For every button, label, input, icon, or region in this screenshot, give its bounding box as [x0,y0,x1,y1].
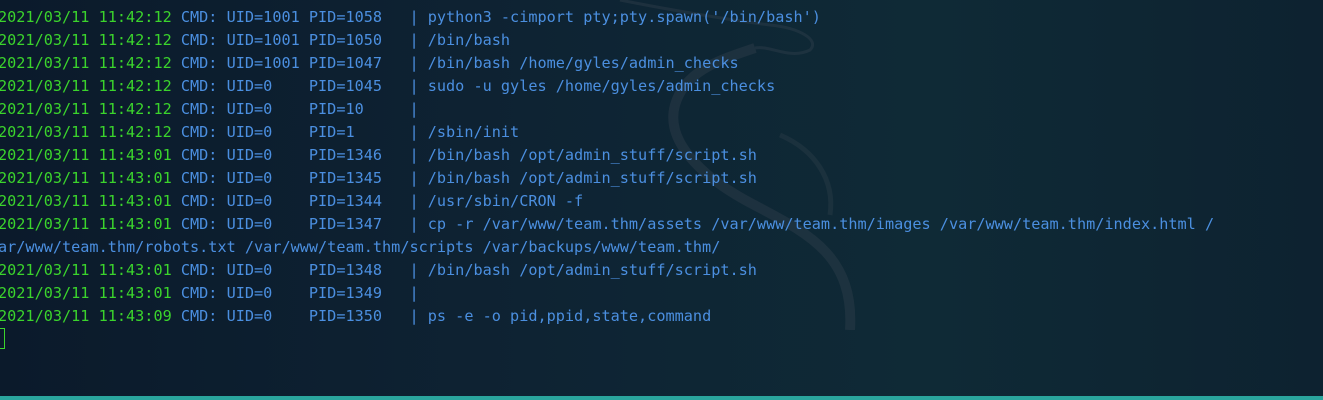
log-command: CMD: UID=0 PID=1348 | /bin/bash /opt/adm… [171,261,757,279]
log-command: CMD: UID=0 PID=1349 | [171,284,419,302]
terminal-line: 2021/03/11 11:42:12 CMD: UID=0 PID=1045 … [0,75,1214,98]
log-command: CMD: UID=0 PID=1346 | /bin/bash /opt/adm… [171,146,757,164]
log-command: CMD: UID=1001 PID=1058 | python3 -cimpor… [171,8,821,26]
wrapped-command-text: ar/www/team.thm/robots.txt /var/www/team… [0,238,721,256]
terminal-line: 2021/03/11 11:43:01 CMD: UID=0 PID=1347 … [0,213,1214,236]
log-timestamp: 2021/03/11 11:43:01 [0,192,172,210]
log-timestamp: 2021/03/11 11:43:09 [0,307,172,325]
terminal-line: 2021/03/11 11:43:01 CMD: UID=0 PID=1349 … [0,282,1214,305]
log-timestamp: 2021/03/11 11:43:01 [0,215,172,233]
terminal-line: 2021/03/11 11:42:12 CMD: UID=1001 PID=10… [0,52,1214,75]
log-command: CMD: UID=0 PID=1345 | /bin/bash /opt/adm… [171,169,757,187]
terminal-line: 2021/03/11 11:43:01 CMD: UID=0 PID=1346 … [0,144,1214,167]
log-timestamp: 2021/03/11 11:42:12 [0,123,172,141]
log-timestamp: 2021/03/11 11:42:12 [0,54,172,72]
terminal-cursor [0,328,5,349]
terminal-line: 2021/03/11 11:42:12 CMD: UID=0 PID=10 | [0,98,1214,121]
terminal-line: 2021/03/11 11:42:12 CMD: UID=1001 PID=10… [0,29,1214,52]
log-timestamp: 2021/03/11 11:43:01 [0,169,172,187]
log-command: CMD: UID=0 PID=10 | [171,100,419,118]
log-command: CMD: UID=1001 PID=1047 | /bin/bash /home… [171,54,739,72]
log-command: CMD: UID=0 PID=1 | /sbin/init [171,123,520,141]
log-timestamp: 2021/03/11 11:42:12 [0,31,172,49]
log-command: CMD: UID=1001 PID=1050 | /bin/bash [171,31,511,49]
log-timestamp: 2021/03/11 11:43:01 [0,284,172,302]
terminal-line: 2021/03/11 11:43:01 CMD: UID=0 PID=1348 … [0,259,1214,282]
terminal-line: 2021/03/11 11:42:12 CMD: UID=1001 PID=10… [0,6,1214,29]
terminal-line: 2021/03/11 11:43:01 CMD: UID=0 PID=1345 … [0,167,1214,190]
log-command: CMD: UID=0 PID=1347 | cp -r /var/www/tea… [171,215,1215,233]
log-timestamp: 2021/03/11 11:43:01 [0,261,172,279]
terminal-line: ar/www/team.thm/robots.txt /var/www/team… [0,236,1214,259]
log-timestamp: 2021/03/11 11:42:12 [0,77,172,95]
log-timestamp: 2021/03/11 11:43:01 [0,146,172,164]
log-timestamp: 2021/03/11 11:42:12 [0,8,172,26]
log-timestamp: 2021/03/11 11:42:12 [0,100,172,118]
terminal-window[interactable]: 2021/03/11 11:42:12 CMD: UID=1001 PID=10… [0,0,1323,398]
log-command: CMD: UID=0 PID=1344 | /usr/sbin/CRON -f [171,192,584,210]
terminal-line: 2021/03/11 11:42:12 CMD: UID=0 PID=1 | /… [0,121,1214,144]
terminal-line: 2021/03/11 11:43:01 CMD: UID=0 PID=1344 … [0,190,1214,213]
terminal-output: 2021/03/11 11:42:12 CMD: UID=1001 PID=10… [0,6,1214,328]
log-command: CMD: UID=0 PID=1045 | sudo -u gyles /hom… [171,77,776,95]
terminal-line: 2021/03/11 11:43:09 CMD: UID=0 PID=1350 … [0,305,1214,328]
log-command: CMD: UID=0 PID=1350 | ps -e -o pid,ppid,… [171,307,712,325]
window-bottom-border [0,396,1323,400]
